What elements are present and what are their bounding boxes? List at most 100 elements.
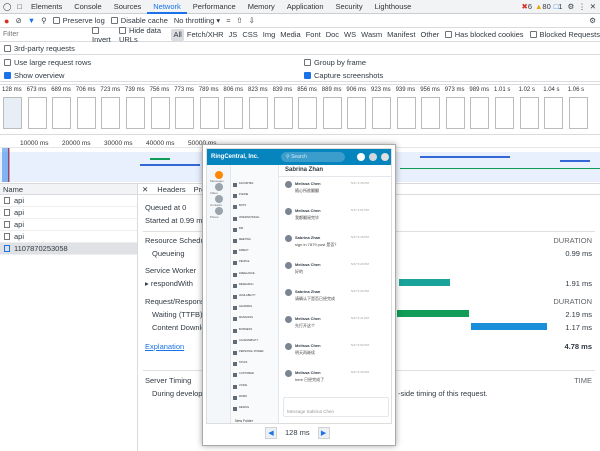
tab-performance[interactable]: Performance [187,0,242,14]
server-timing-text-left: During developm [152,389,209,398]
import-har-icon[interactable]: ⇧ [236,16,242,25]
filmstrip-frame[interactable] [544,97,564,129]
folder-icon [233,216,237,221]
wifi-icon[interactable]: ≈ [226,16,230,25]
filmstrip-frame[interactable] [76,97,96,129]
filmstrip-frame[interactable] [150,97,170,129]
next-frame-button[interactable]: ▶ [317,426,330,439]
invert-checkbox[interactable]: Invert [92,26,114,44]
request-row[interactable]: api [0,219,137,231]
filmstrip-frame[interactable] [27,97,47,129]
explanation-link[interactable]: Explanation [145,342,184,351]
section-label: BIZ [239,226,244,230]
filmstrip-frame[interactable] [347,97,367,129]
show-overview-checkbox[interactable]: Show overview [4,71,64,80]
large-rows-checkbox[interactable]: Use large request rows [4,58,91,67]
tab-network[interactable]: Network [147,0,187,14]
tab-headers[interactable]: Headers [152,184,190,195]
filter-type-manifest[interactable]: Manifest [385,29,418,41]
filter-type-doc[interactable]: Doc [323,29,341,41]
third-party-checkbox[interactable]: 3rd-party requests [4,44,75,53]
request-row[interactable]: api [0,195,137,207]
blocked-requests-checkbox[interactable]: Blocked Requests [529,30,600,39]
filter-type-other[interactable]: Other [418,29,442,41]
message-author: Melissa Chen [295,181,321,186]
request-row[interactable]: api [0,207,137,219]
network-settings-gear-icon[interactable]: ⚙ [589,16,596,25]
filmstrip-frame[interactable] [445,97,465,129]
respond-with-label[interactable]: ▸ respondWith [145,279,193,288]
chat-message: Melissa Chen 5/17 4:51 PM 我都翻阅完毕 [285,208,389,232]
request-name: api [14,232,25,241]
filter-type-img[interactable]: Img [260,29,278,41]
filmstrip-frame[interactable] [396,97,416,129]
hide-data-urls-checkbox[interactable]: Hide data URLs [118,26,167,44]
message-time: 5/17 4:51 PM [351,208,369,212]
filmstrip-frame[interactable] [568,97,588,129]
name-column-header[interactable]: Name [0,184,137,195]
filter-type-all[interactable]: All [171,28,185,41]
filmstrip-frame[interactable] [273,97,293,129]
tab-elements[interactable]: Elements [25,0,68,14]
filmstrip-frame[interactable] [126,97,145,129]
search-icon[interactable]: ⚲ [41,16,47,25]
tab-console[interactable]: Console [68,0,108,14]
more-options-icon[interactable]: ⋮ [578,2,586,11]
filmstrip-frame[interactable] [495,97,514,129]
tab-application[interactable]: Application [281,0,330,14]
clear-icon[interactable]: ⊘ [15,16,21,25]
filmstrip-frame[interactable] [470,97,490,129]
group-by-frame-checkbox[interactable]: Group by frame [304,56,366,69]
filter-type-media[interactable]: Media [278,29,303,41]
filter-type-ws[interactable]: WS [342,29,359,41]
tab-memory[interactable]: Memory [242,0,281,14]
filter-type-css[interactable]: CSS [240,29,260,41]
previous-frame-button[interactable]: ◀ [265,426,277,439]
device-toggle-icon[interactable]: □ [14,0,25,14]
filmstrip-frame[interactable] [519,97,539,129]
filter-type-fetch[interactable]: Fetch/XHR [184,29,226,41]
filmstrip-frame[interactable] [175,97,195,129]
disable-cache-checkbox[interactable]: Disable cache [110,16,168,25]
section-label: STUFF [239,361,248,365]
filter-type-js[interactable]: JS [226,29,240,41]
filmstrip-frame[interactable] [199,97,219,129]
throttling-select[interactable]: No throttling ▾ [174,16,220,25]
folder-icon [233,250,237,255]
close-detail-icon[interactable]: ✕ [138,184,152,195]
chat-message: Sabrina Zhan 5/17 5:32 PM 请确认下是否已经完成 [285,289,389,313]
section-label: PHONE [239,193,249,197]
filmstrip-frame[interactable] [322,97,342,129]
filmstrip-frame[interactable] [101,97,121,129]
inspect-element-icon[interactable]: ◯ [0,0,14,14]
large-rows-label: Use large request rows [14,58,92,67]
settings-gear-icon[interactable]: ⚙ [567,2,574,11]
filter-input[interactable] [0,29,92,40]
filmstrip-frame[interactable] [372,97,391,129]
close-icon[interactable]: ✕ [590,2,596,11]
export-har-icon[interactable]: ⇩ [249,16,255,25]
preserve-log-checkbox[interactable]: Preserve log [52,16,105,25]
waiting-value: 2.19 ms [565,310,592,319]
blocked-cookies-checkbox[interactable]: Has blocked cookies [444,30,524,39]
filmstrip-frame[interactable] [224,97,244,129]
filter-type-font[interactable]: Font [303,29,323,41]
folder-icon [233,239,237,243]
message-time: 5/17 6:30 PM [351,370,369,374]
chat-contact-name: Sabrina Zhan [285,167,324,173]
capture-screenshots-checkbox[interactable]: Capture screenshots [304,69,383,82]
filmstrip-frame[interactable] [249,97,268,129]
filmstrip-frame[interactable] [421,97,441,129]
tab-sources[interactable]: Sources [108,0,148,14]
filter-icon[interactable]: ▼ [28,16,35,25]
request-row[interactable]: 1107870253058 [0,243,137,255]
filmstrip-frame[interactable] [52,97,72,129]
filmstrip-frame[interactable] [3,97,22,129]
request-row[interactable]: api [0,231,137,243]
record-icon[interactable]: ● [4,16,9,26]
filmstrip-frame[interactable] [298,97,318,129]
tab-lighthouse[interactable]: Lighthouse [369,0,418,14]
network-toolbar: ● ⊘ ▼ ⚲ Preserve log Disable cache No th… [0,14,600,28]
filter-type-wasm[interactable]: Wasm [359,29,385,41]
tab-security[interactable]: Security [330,0,369,14]
